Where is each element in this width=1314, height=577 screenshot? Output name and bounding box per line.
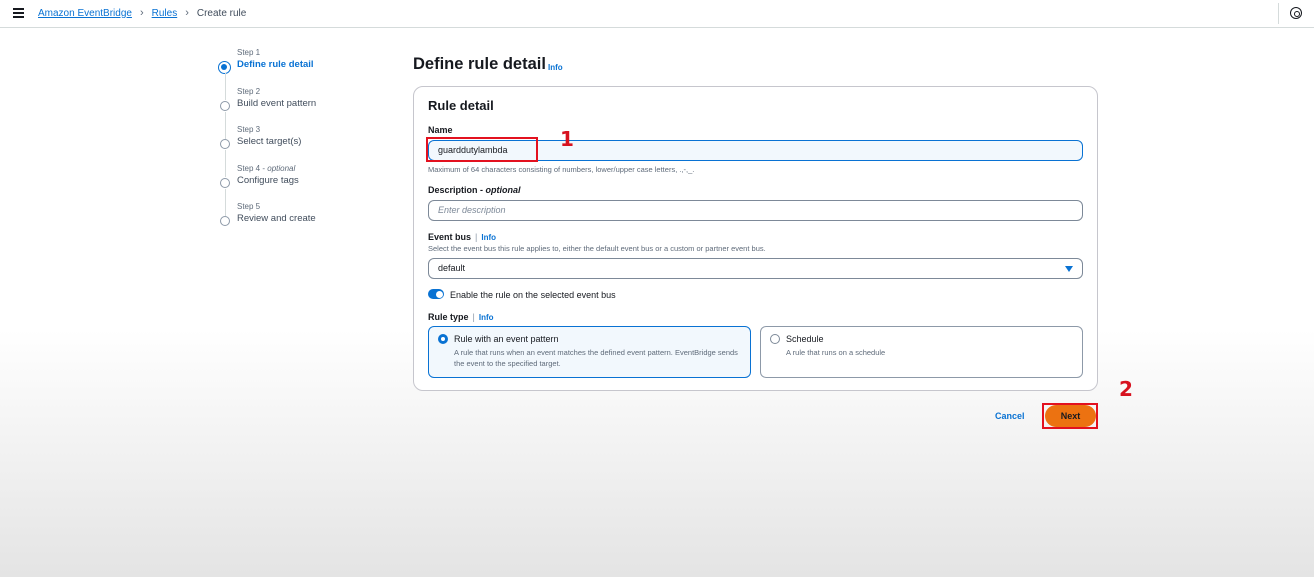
step-5: Step 5 Review and create (218, 201, 378, 240)
divider (1278, 3, 1279, 24)
event-bus-label: Event bus | Info (428, 232, 497, 242)
card-title: Rule detail (428, 98, 494, 113)
chevron-right-icon: › (185, 7, 189, 19)
annotation-highlight-next (1042, 403, 1098, 429)
page-info-link[interactable]: Info (548, 63, 563, 72)
step-title: Build event pattern (237, 97, 317, 109)
step-dot-icon (220, 100, 230, 111)
top-navigation-bar: Amazon EventBridge › Rules › Create rule (0, 0, 1314, 28)
tile-title: Schedule (786, 334, 824, 344)
step-title[interactable]: Define rule detail (237, 58, 378, 72)
hamburger-menu-icon[interactable] (13, 8, 24, 18)
wizard-steps: Step 1 Define rule detail Step 2 Build e… (218, 47, 378, 240)
cancel-button[interactable]: Cancel (995, 411, 1025, 421)
description-input[interactable]: Enter description (428, 200, 1083, 221)
settings-icon[interactable] (1290, 7, 1302, 19)
radio-selected-icon[interactable] (438, 334, 448, 344)
rule-type-schedule-tile[interactable]: Schedule A rule that runs on a schedule (760, 326, 1083, 378)
step-title: Review and create (237, 213, 316, 225)
annotation-highlight-name (426, 137, 538, 162)
tile-description: A rule that runs when an event matches t… (454, 348, 738, 368)
rule-type-info-link[interactable]: Info (479, 313, 494, 322)
annotation-number-2: 2 (1119, 377, 1133, 401)
page-title: Define rule detail (413, 55, 546, 73)
step-1[interactable]: Step 1 Define rule detail (218, 47, 378, 100)
step-3: Step 3 Select target(s) (218, 124, 378, 178)
name-hint: Maximum of 64 characters consisting of n… (428, 165, 695, 174)
step-4: Step 4 - optional Configure tags (218, 163, 378, 216)
event-bus-selected-value: default (438, 263, 466, 273)
rule-type-label: Rule type | Info (428, 312, 494, 322)
step-number: Step 2 (237, 86, 261, 96)
annotation-number-1: 1 (560, 127, 574, 151)
description-placeholder: Enter description (438, 205, 506, 215)
event-bus-info-link[interactable]: Info (481, 233, 496, 242)
enable-rule-toggle[interactable] (428, 289, 444, 299)
rule-detail-card: Rule detail Name guarddutylambda Maximum… (413, 86, 1098, 391)
step-dot-icon (220, 139, 230, 150)
breadcrumb-current: Create rule (196, 7, 247, 19)
step-title: Configure tags (237, 174, 299, 186)
step-number: Step 1 (237, 48, 261, 57)
radio-unselected-icon[interactable] (770, 334, 780, 344)
step-number: Step 5 (237, 202, 261, 212)
description-label: Description - optional (428, 185, 521, 195)
caret-down-icon (1065, 266, 1073, 272)
name-label: Name (428, 125, 453, 135)
enable-rule-label: Enable the rule on the selected event bu… (450, 290, 616, 300)
step-dot-icon (220, 177, 230, 188)
breadcrumb-eventbridge[interactable]: Amazon EventBridge (38, 8, 132, 19)
step-number: Step 4 - optional (237, 163, 296, 173)
event-bus-hint: Select the event bus this rule applies t… (428, 244, 766, 253)
breadcrumb: Amazon EventBridge › Rules › Create rule (38, 7, 246, 19)
step-number: Step 3 (237, 125, 261, 135)
step-title: Select target(s) (237, 136, 302, 148)
rule-type-event-pattern-tile[interactable]: Rule with an event pattern A rule that r… (428, 326, 751, 378)
breadcrumb-rules[interactable]: Rules (152, 8, 178, 19)
event-bus-select[interactable]: default (428, 258, 1083, 279)
step-2: Step 2 Build event pattern (218, 86, 378, 139)
step-dot-icon (220, 216, 230, 227)
chevron-right-icon: › (139, 7, 144, 19)
tile-description: A rule that runs on a schedule (786, 348, 886, 357)
tile-title: Rule with an event pattern (454, 334, 559, 344)
